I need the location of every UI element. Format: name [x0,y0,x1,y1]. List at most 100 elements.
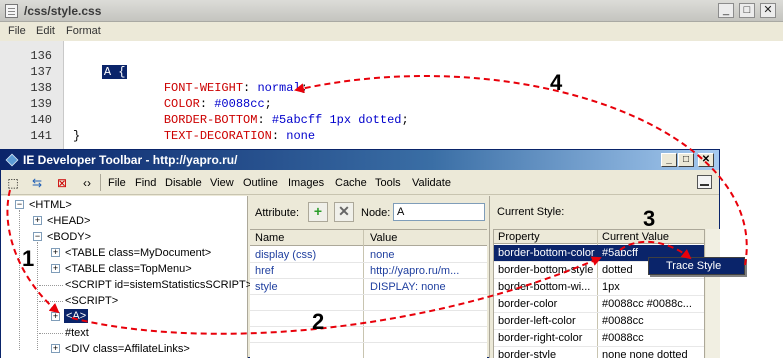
remove-attribute-icon[interactable]: ✕ [334,202,354,222]
line-number: 137 [30,65,52,79]
row-divider [250,278,487,279]
menu-format[interactable]: Format [66,25,101,37]
selected-selector: A { [101,65,128,79]
row-divider [250,342,487,343]
tree-connector [39,333,63,334]
row-divider [250,262,487,263]
editor-title: /css/style.css [24,4,102,18]
row-divider [250,294,487,295]
line-number: 139 [30,97,52,111]
attribute-value[interactable]: none [370,249,485,261]
menu-file[interactable]: File [108,177,126,189]
collapse-toggle[interactable]: − [15,200,24,209]
tree-node-selected[interactable]: <A> [64,309,89,323]
toolbar-separator [100,174,101,191]
menu-disable[interactable]: Disable [165,177,202,189]
line-number: 140 [30,113,52,127]
close-icon[interactable]: ✕ [698,153,714,167]
refresh-arrows-icon[interactable]: ⇆ [29,175,45,191]
add-attribute-icon[interactable]: + [308,202,328,222]
column-header-name[interactable]: Name [255,232,284,244]
app-icon [5,153,19,167]
menu-tools[interactable]: Tools [375,177,401,189]
menu-view[interactable]: View [210,177,234,189]
view-source-icon[interactable]: ‹› [79,175,95,191]
editor-title-bar: /css/style.css _ □ ✕ [0,0,783,22]
attributes-panel: Attribute: + ✕ Node: A Name Value displa… [250,196,487,358]
style-property: border-right-color [498,332,583,344]
style-row[interactable]: border-color #0088cc #0088c... [494,296,704,313]
attribute-name[interactable]: style [255,281,361,293]
annotation-number: 1 [22,246,35,271]
tree-node[interactable]: <TABLE class=TopMenu> [65,262,192,276]
code-line[interactable]: } [73,128,80,144]
annotation-number: 4 [550,70,563,95]
collapse-toggle[interactable]: − [33,232,42,241]
tree-node[interactable]: <BODY> [47,230,91,244]
code-line-selector[interactable]: A { [73,48,128,96]
annotation-number: 2 [312,309,325,334]
select-element-icon[interactable]: ⬚ [5,175,21,191]
menu-find[interactable]: Find [135,177,156,189]
tree-node[interactable]: #text [65,326,89,340]
style-value: #0088cc [602,332,644,344]
style-property: border-style [498,349,557,358]
trace-style-menu-item[interactable]: Trace Style [648,257,745,275]
minimize-icon[interactable]: _ [718,3,734,18]
expand-toggle[interactable]: + [51,264,60,273]
menu-file[interactable]: File [8,25,26,37]
css-property: TEXT-DECORATION [163,129,272,143]
attribute-name[interactable]: href [255,265,361,277]
menu-edit[interactable]: Edit [36,25,55,37]
document-icon [5,4,18,18]
line-number: 141 [30,129,52,143]
node-field[interactable]: A [393,203,485,221]
style-row[interactable]: border-right-color #0088cc [494,330,704,347]
column-header-value[interactable]: Value [370,232,397,244]
menu-images[interactable]: Images [288,177,324,189]
tree-connector [37,242,38,350]
current-style-grid: Property Current Value border-bottom-col… [493,229,705,358]
attributes-grid: Name Value display (css) none href http:… [250,229,487,358]
style-row[interactable]: border-bottom-wi... 1px [494,279,704,296]
tree-node[interactable]: <SCRIPT id=sistemStatisticsSCRIPT> [65,278,252,292]
grid-header: Property Current Value [494,230,704,244]
tree-node[interactable]: <TABLE class=MyDocument> [65,246,211,260]
column-header-property[interactable]: Property [498,231,540,243]
toolbar-title: IE Developer Toolbar - http://yapro.ru/ [23,153,238,167]
row-divider [250,326,487,327]
menu-cache[interactable]: Cache [335,177,367,189]
style-property: border-bottom-wi... [498,281,591,293]
style-property: border-bottom-style [498,264,594,276]
code-area[interactable]: A { FONT-WEIGHT: normal; COLOR: #0088cc;… [65,41,783,156]
dom-tree[interactable]: − <HTML> + <HEAD> − <BODY> + <TABLE clas… [1,196,252,358]
current-style-panel: Current Style: Property Current Value bo… [489,196,720,358]
expand-toggle[interactable]: + [51,312,60,321]
minimize-icon[interactable]: _ [661,153,677,167]
maximize-icon[interactable]: □ [739,3,755,18]
menu-outline[interactable]: Outline [243,177,278,189]
collapse-panel-icon[interactable] [697,175,712,189]
attribute-value[interactable]: DISPLAY: none [370,281,485,293]
tree-node[interactable]: <DIV class=AffilateLinks> [65,342,190,356]
tree-node[interactable]: <HTML> [29,198,72,212]
close-icon[interactable]: ✕ [760,3,776,18]
tree-node[interactable]: <HEAD> [47,214,90,228]
menu-validate[interactable]: Validate [412,177,451,189]
attribute-value[interactable]: http://yapro.ru/m... [370,265,485,277]
tree-node[interactable]: <SCRIPT> [65,294,118,308]
toolbar-title-bar: IE Developer Toolbar - http://yapro.ru/ … [1,150,719,170]
attribute-name[interactable]: display (css) [255,249,361,261]
style-value: #0088cc #0088c... [602,298,692,310]
clear-icon[interactable]: ⊠ [54,175,70,191]
expand-toggle[interactable]: + [33,216,42,225]
toolbar-menu-bar: ⬚ ⇆ ⊠ ‹› File Find Disable View Outline … [1,170,719,195]
column-header-current-value[interactable]: Current Value [602,231,669,243]
expand-toggle[interactable]: + [51,344,60,353]
line-number: 138 [30,81,52,95]
maximize-icon[interactable]: □ [678,153,694,167]
style-row[interactable]: border-style none none dotted [494,347,704,358]
expand-toggle[interactable]: + [51,248,60,257]
style-row[interactable]: border-left-color #0088cc [494,313,704,330]
vertical-scrollbar[interactable] [706,229,720,358]
